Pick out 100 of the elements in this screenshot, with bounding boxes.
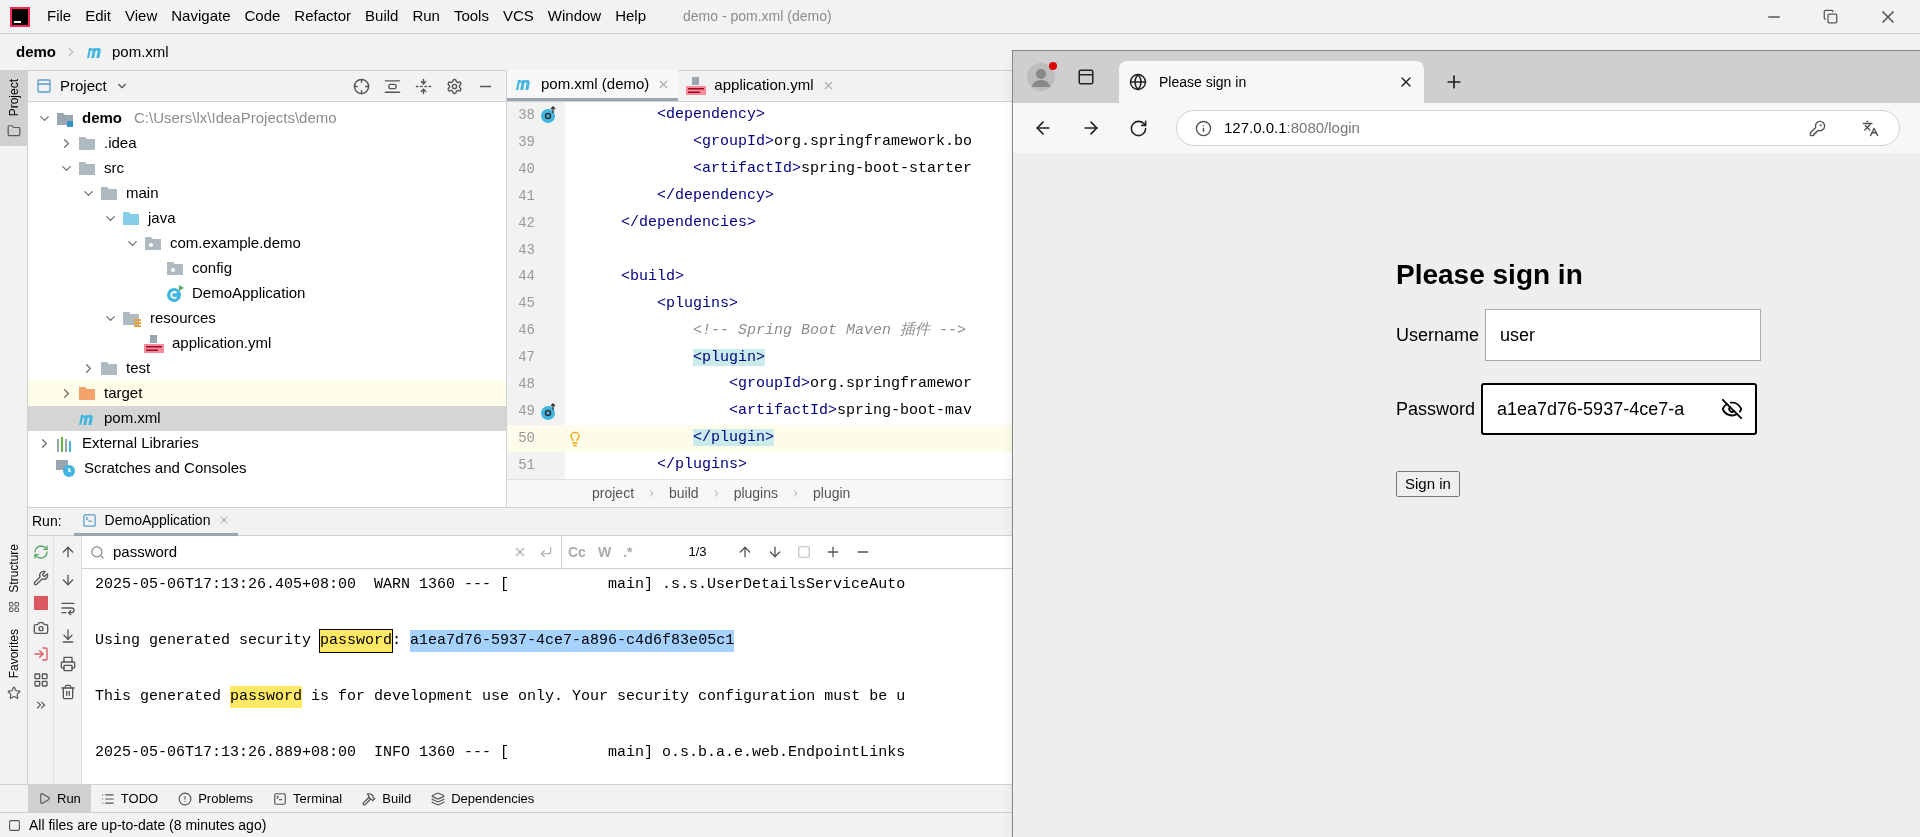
tool-window-tab[interactable]: TODO [90,785,169,812]
code-line: <dependency> [656,105,766,126]
tool-window-tab[interactable]: Build [352,785,422,812]
line-number: 47 [517,348,535,368]
item-label: External Libraries [82,433,199,454]
camera-icon[interactable] [32,620,49,636]
tree-item[interactable]: DemoApplication [28,281,506,306]
play-icon [38,792,51,805]
profile-avatar-icon[interactable] [1027,63,1055,91]
tree-item[interactable]: application.yml [28,331,506,356]
key-icon[interactable] [1809,119,1826,137]
tree-item[interactable]: config [28,256,506,281]
tree-item[interactable]: src [28,156,506,181]
restore-icon[interactable] [1823,9,1838,24]
code-line: <groupId>org.springframework.bo [692,132,973,153]
tool-window-tab[interactable]: Dependencies [421,785,545,812]
reload-icon[interactable] [1129,118,1148,138]
translate-icon[interactable] [1862,119,1879,137]
wrench-icon[interactable] [32,570,49,586]
collapse-all-icon[interactable] [415,77,432,95]
trash-icon[interactable] [59,684,76,700]
text-input-field[interactable]: user [1485,309,1762,361]
resource-folder-icon [122,310,142,327]
line-number: 49 [517,402,535,422]
override-marker-icon[interactable] [540,106,558,125]
menu-item[interactable]: Code [237,5,288,28]
address-bar[interactable]: 127.0.0.1:8080/login [1176,110,1900,146]
menu-item[interactable]: View [118,5,165,28]
menu-item[interactable]: Help [608,5,654,28]
menu-item[interactable]: Run [405,5,447,28]
status-icon [8,818,21,832]
menu-item[interactable]: Refactor [287,5,359,28]
menu-item[interactable]: Edit [78,5,119,28]
menu-item[interactable]: File [40,5,79,28]
editor-tab[interactable]: pom.xml (demo) [507,70,679,101]
breadcrumb-item[interactable]: plugin [813,483,851,504]
notification-dot-icon [1049,62,1057,70]
tree-item[interactable]: .idea [28,131,506,156]
item-label: com.example.demo [170,233,301,254]
menu-item[interactable]: Navigate [164,5,238,28]
panel-title[interactable]: Project [60,74,107,98]
tree-item[interactable]: main [28,181,506,206]
breadcrumb-item[interactable]: build [669,483,699,504]
expand-all-icon[interactable] [384,77,401,95]
yml-file-icon [686,76,707,95]
tree-item[interactable]: resources [28,306,506,331]
settings-icon[interactable] [446,77,463,95]
tree-item[interactable]: com.example.demo [28,231,506,256]
code-line: <!-- Spring Boot Maven 插件 --> [692,320,967,341]
search-icon [90,544,105,560]
module-folder-icon [56,110,74,127]
menu-item[interactable]: VCS [495,5,541,28]
breadcrumb-item[interactable]: pom.xml [112,40,169,64]
stop-icon[interactable] [33,596,48,610]
menu-item[interactable]: Build [358,5,406,28]
run-label: Run: [32,512,62,531]
exit-icon[interactable] [32,646,49,662]
locate-icon[interactable] [353,77,370,95]
tool-window-tab[interactable]: Run [28,785,91,812]
browser-tab[interactable]: Please sign in [1119,61,1424,103]
tree-item[interactable]: demo C:\Users\lx\IdeaProjects\demo [28,106,506,131]
layout-icon[interactable] [32,672,49,688]
tree-item[interactable]: test [28,356,506,381]
tree-item[interactable]: pom.xml [28,406,506,431]
tree-item[interactable]: java [28,206,506,231]
breadcrumb-item[interactable]: project [592,483,635,504]
menu-item[interactable]: Window [540,5,609,28]
item-label: target [104,383,143,404]
folder-icon [100,186,118,201]
app-icon [81,512,97,528]
override-marker-icon[interactable] [540,402,558,421]
tree-item[interactable]: target [28,381,506,406]
globe-icon [1129,73,1147,91]
match-count: 1/3 [688,543,707,562]
tool-window-tab[interactable]: Terminal [263,785,353,812]
breadcrumb-item[interactable]: demo [16,40,56,64]
rerun-icon[interactable] [32,544,49,560]
tree-item[interactable]: Scratches and Consoles [28,456,506,481]
menu-item[interactable]: Tools [446,5,496,28]
breadcrumb-item[interactable]: plugins [733,483,778,504]
line-number: 42 [517,213,535,233]
line-number: 38 [517,105,535,125]
print-icon[interactable] [59,656,76,672]
secret-input-field[interactable]: a1ea7d76-5937-4ce7-a [1481,383,1758,435]
hide-password-icon[interactable] [1721,398,1744,420]
maven-file-icon [515,77,533,91]
side-tool-tab[interactable]: Project [0,71,27,147]
window-title: demo - pom.xml (demo) [683,7,832,26]
tool-window-tab[interactable]: Problems [168,785,264,812]
side-tool-tab[interactable]: Favorites [0,621,27,709]
code-line: <groupId>org.springframewor [728,374,973,395]
tab-actions-icon[interactable] [1077,68,1095,86]
code-line: </dependency> [656,185,775,206]
wrap-icon[interactable] [59,600,76,616]
side-tool-tab[interactable]: Structure [0,536,27,622]
star-icon [6,686,21,701]
editor-tab[interactable]: application.yml [678,70,843,101]
sign-in-button[interactable]: Sign in [1396,471,1460,497]
structure-icon [7,601,20,614]
tree-item[interactable]: External Libraries [28,431,506,456]
